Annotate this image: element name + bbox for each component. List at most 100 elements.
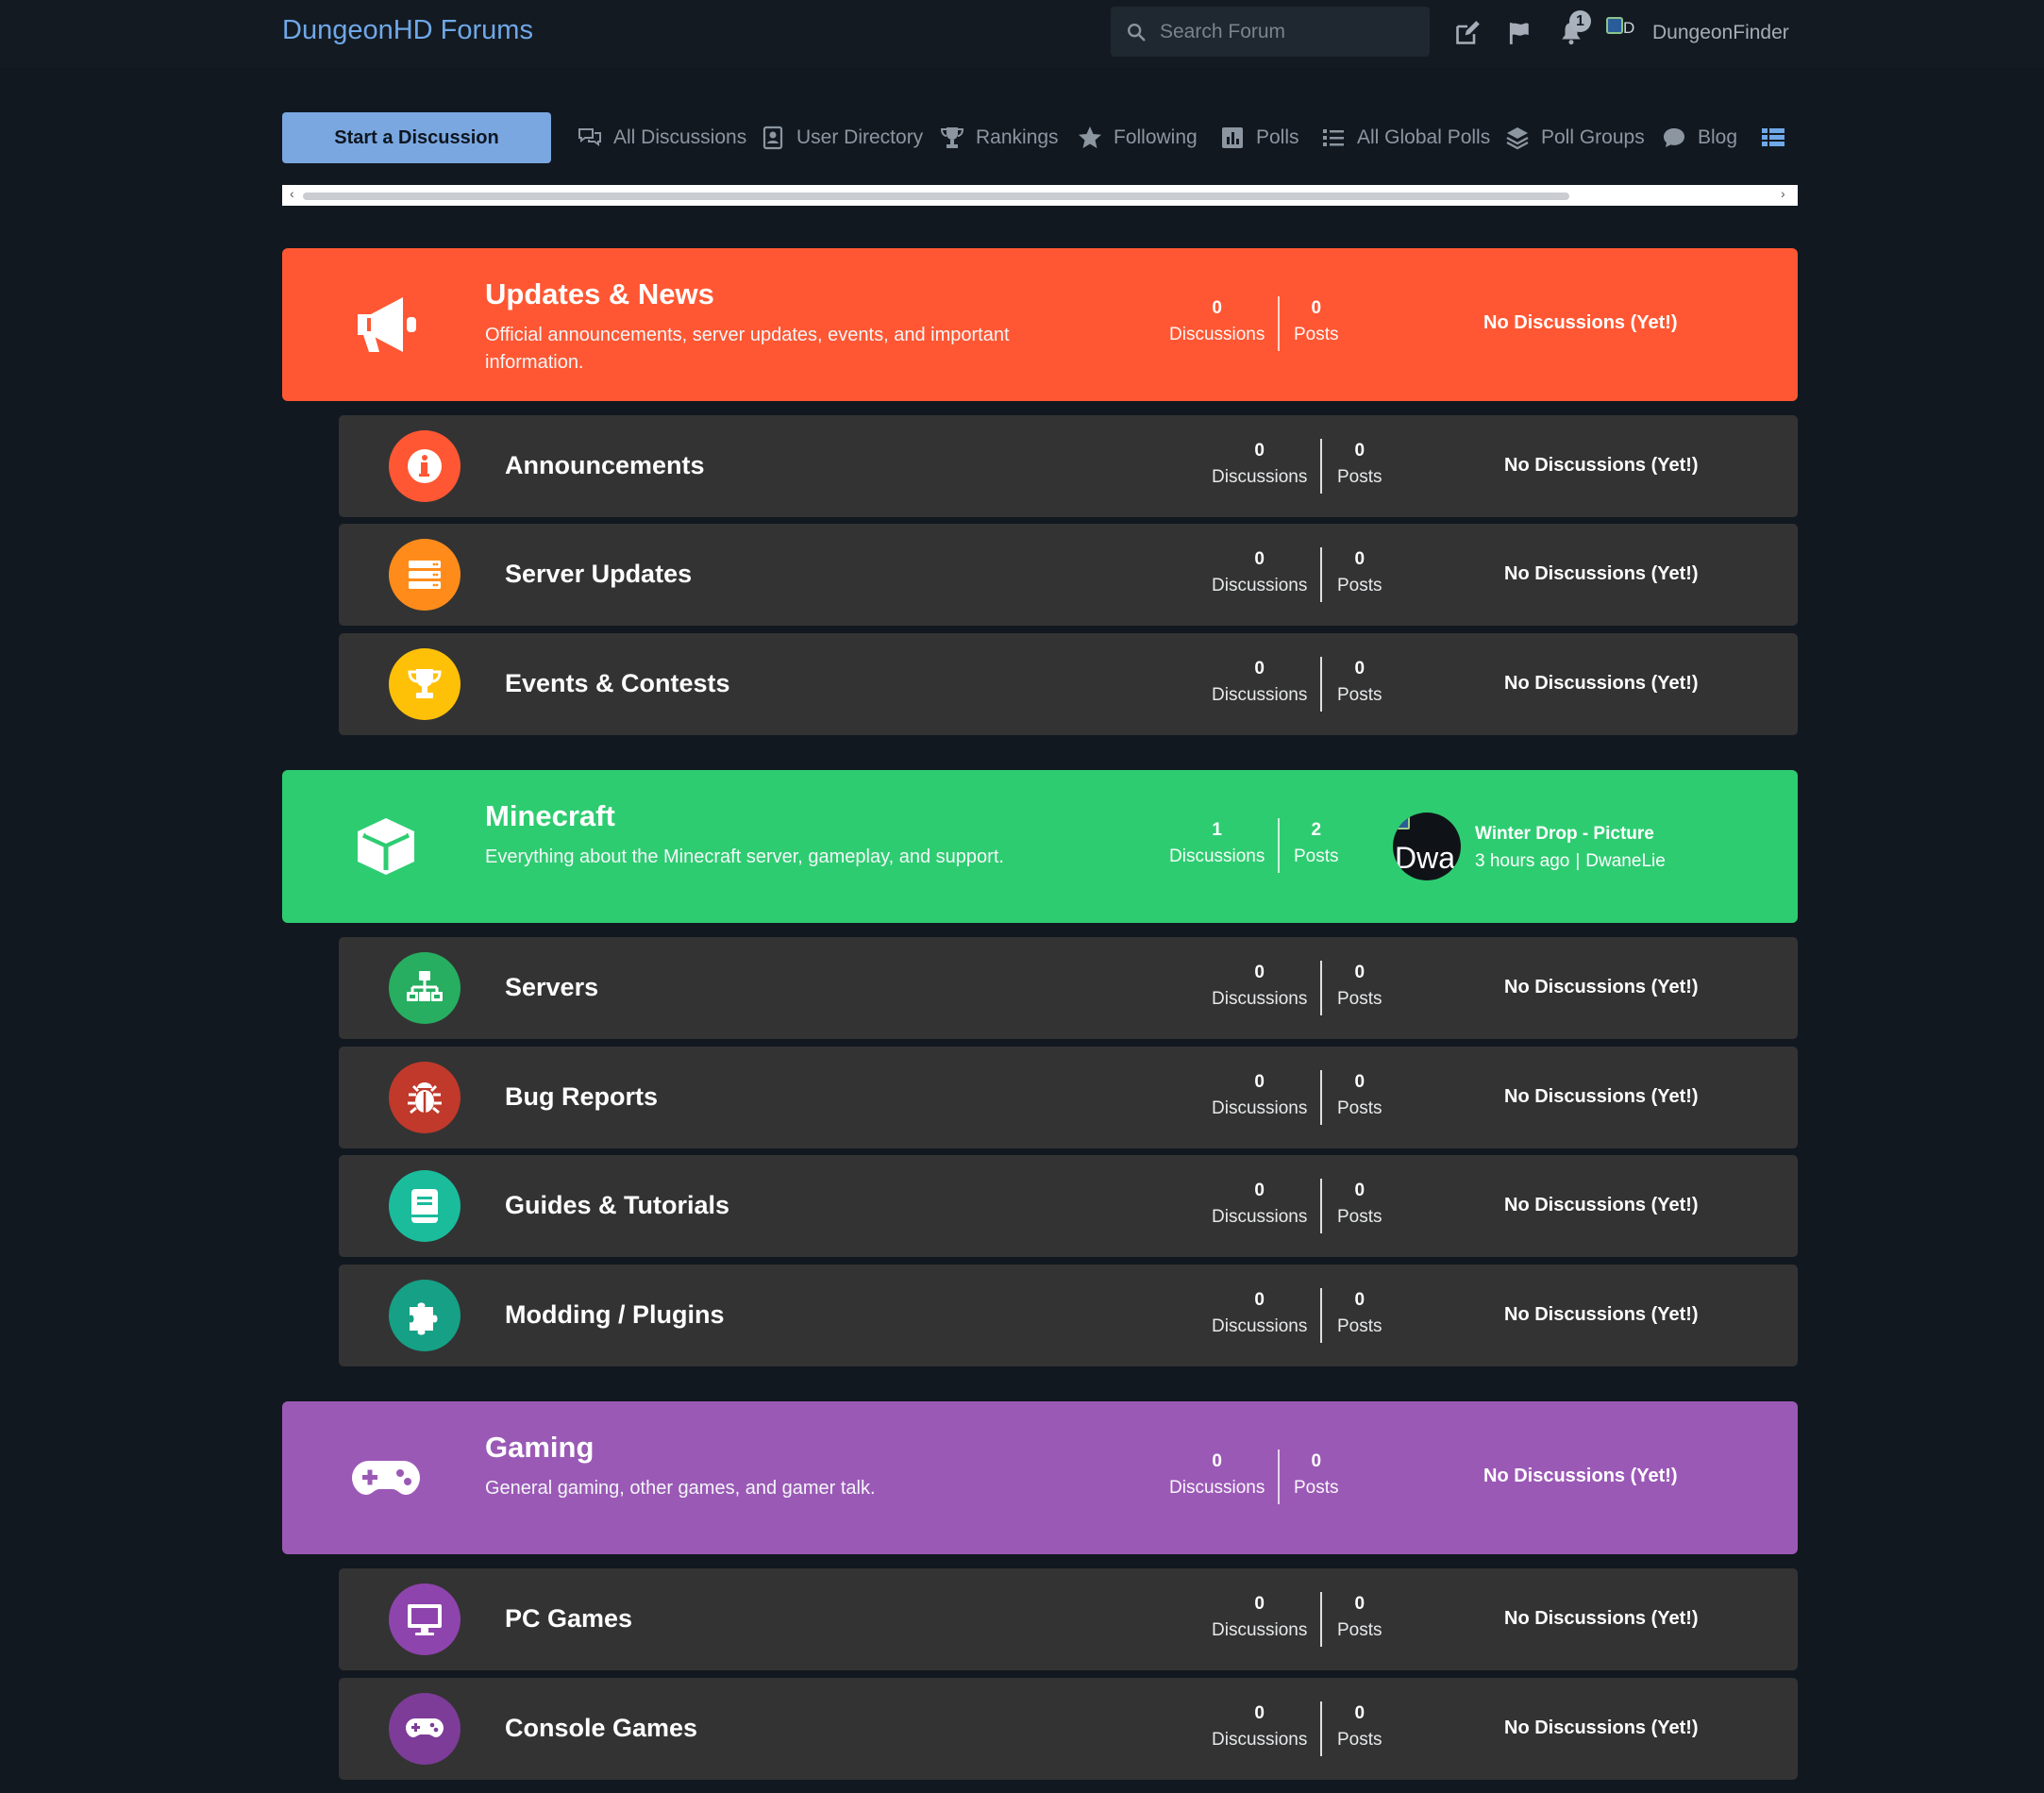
desktop-icon (389, 1584, 461, 1655)
scroll-thumb[interactable] (303, 193, 1569, 200)
avatar-alt-text: Dwa (1395, 841, 1456, 875)
puzzle-icon (389, 1280, 461, 1351)
subcategory-title[interactable]: Server Updates (505, 560, 692, 589)
posts-count: 0 (1354, 1181, 1365, 1200)
layers-icon (1506, 127, 1529, 150)
nav-label: Poll Groups (1541, 126, 1645, 148)
subcategory-announcements[interactable]: Announcements 0 Discussions 0 Posts No D… (339, 415, 1798, 517)
last-post-empty: No Discussions (Yet!) (1504, 455, 1699, 476)
discussions-stat: 0 Discussions (1212, 549, 1307, 596)
stat-divider (1278, 296, 1280, 351)
list-view-toggle[interactable] (1761, 124, 1797, 152)
notification-count-badge: 1 (1569, 10, 1591, 32)
search-icon (1128, 23, 1146, 42)
discussions-stat: 0 Discussions (1212, 1594, 1307, 1641)
gamepad-icon (389, 1693, 461, 1765)
posts-count: 0 (1354, 549, 1365, 569)
discussions-label: Discussions (1212, 1207, 1308, 1227)
nav-all-global-polls[interactable]: All Global Polls (1321, 124, 1490, 152)
discussions-count: 0 (1212, 1451, 1222, 1471)
category-minecraft[interactable]: Minecraft Everything about the Minecraft… (282, 770, 1798, 923)
subcategory-server-updates[interactable]: Server Updates 0 Discussions 0 Posts No … (339, 524, 1798, 626)
discussions-label: Discussions (1169, 325, 1265, 344)
category-title[interactable]: Minecraft (485, 799, 615, 833)
last-post-author[interactable]: DwaneLie (1585, 851, 1666, 871)
posts-stat: 0 Posts (1337, 1290, 1382, 1337)
last-post-empty: No Discussions (Yet!) (1504, 673, 1699, 694)
posts-count: 0 (1354, 1703, 1365, 1723)
subcategory-pc-games[interactable]: PC Games 0 Discussions 0 Posts No Discus… (339, 1568, 1798, 1670)
stat-divider (1320, 1288, 1322, 1343)
nav-horizontal-scrollbar[interactable]: ‹ › (282, 185, 1798, 206)
stat-divider (1278, 818, 1280, 873)
stat-divider (1320, 1179, 1322, 1233)
subcategory-guides-tutorials[interactable]: Guides & Tutorials 0 Discussions 0 Posts… (339, 1155, 1798, 1257)
category-updates-news[interactable]: Updates & News Official announcements, s… (282, 248, 1798, 401)
list-view-icon (1762, 128, 1784, 146)
posts-label: Posts (1337, 467, 1382, 487)
discussions-count: 0 (1254, 659, 1265, 679)
posts-label: Posts (1294, 846, 1339, 866)
discussions-count: 0 (1254, 1181, 1265, 1200)
flag-icon[interactable] (1505, 19, 1533, 47)
nav-user-directory[interactable]: User Directory (761, 124, 923, 152)
nav-all-discussions[interactable]: All Discussions (578, 124, 746, 152)
last-post-empty: No Discussions (Yet!) (1504, 1195, 1699, 1215)
category-title[interactable]: Updates & News (485, 277, 714, 311)
stat-divider (1320, 1592, 1322, 1647)
nav-rankings[interactable]: Rankings (940, 124, 1059, 152)
posts-label: Posts (1337, 1316, 1382, 1336)
discussions-count: 0 (1254, 1290, 1265, 1310)
last-post-time[interactable]: 3 hours ago (1475, 851, 1569, 871)
subcategory-servers[interactable]: Servers 0 Discussions 0 Posts No Discuss… (339, 937, 1798, 1039)
search-box[interactable] (1111, 7, 1430, 57)
subcategory-title[interactable]: Console Games (505, 1714, 697, 1743)
posts-count: 0 (1311, 298, 1322, 318)
subcategory-title[interactable]: Guides & Tutorials (505, 1191, 729, 1220)
last-post-empty: No Discussions (Yet!) (1483, 312, 1678, 333)
username-menu[interactable]: DungeonFinder (1652, 22, 1789, 44)
search-input[interactable] (1160, 20, 1415, 43)
last-post-meta: 3 hours ago | DwaneLie (1475, 851, 1666, 872)
subcategory-title[interactable]: Announcements (505, 451, 705, 480)
start-discussion-button[interactable]: Start a Discussion (282, 112, 551, 163)
subcategory-modding-plugins[interactable]: Modding / Plugins 0 Discussions 0 Posts … (339, 1265, 1798, 1366)
category-title[interactable]: Gaming (485, 1431, 594, 1465)
stat-divider (1320, 1070, 1322, 1125)
subcategory-events-contests[interactable]: Events & Contests 0 Discussions 0 Posts … (339, 633, 1798, 735)
subcategory-title[interactable]: Events & Contests (505, 669, 730, 698)
address-book-icon (762, 126, 783, 150)
subcategory-bug-reports[interactable]: Bug Reports 0 Discussions 0 Posts No Dis… (339, 1047, 1798, 1148)
compose-icon[interactable] (1453, 19, 1482, 47)
nav-blog[interactable]: Blog (1662, 124, 1737, 152)
poll-icon (1222, 127, 1243, 148)
nav-following[interactable]: Following (1078, 124, 1198, 152)
last-post-title-link[interactable]: Winter Drop - Picture (1475, 824, 1654, 845)
user-avatar[interactable]: D (1606, 17, 1640, 45)
scroll-right-icon[interactable]: › (1781, 186, 1785, 201)
nav-poll-groups[interactable]: Poll Groups (1505, 124, 1645, 152)
subcategory-title[interactable]: Servers (505, 973, 598, 1002)
discussions-label: Discussions (1169, 846, 1265, 866)
discussions-count: 0 (1254, 1703, 1265, 1723)
category-gaming[interactable]: Gaming General gaming, other games, and … (282, 1401, 1798, 1554)
nav-label: All Global Polls (1357, 126, 1491, 148)
discussions-count: 0 (1254, 1072, 1265, 1092)
bug-icon (389, 1062, 461, 1133)
nav-label: All Discussions (613, 126, 747, 148)
subcategory-title[interactable]: Bug Reports (505, 1082, 658, 1112)
subcategory-title[interactable]: Modding / Plugins (505, 1300, 724, 1330)
category-description: Official announcements, server updates, … (485, 325, 1010, 373)
forum-brand-link[interactable]: DungeonHD Forums (282, 15, 533, 46)
nav-polls[interactable]: Polls (1220, 124, 1299, 152)
subcategory-title[interactable]: PC Games (505, 1604, 632, 1634)
last-post-empty: No Discussions (Yet!) (1504, 977, 1699, 997)
scroll-left-icon[interactable]: ‹ (290, 186, 294, 201)
broken-image-icon (1606, 17, 1623, 34)
discussions-count: 0 (1212, 298, 1222, 318)
discussions-stat: 0 Discussions (1169, 298, 1265, 345)
comment-icon (1664, 128, 1684, 147)
posts-label: Posts (1337, 1620, 1382, 1640)
subcategory-console-games[interactable]: Console Games 0 Discussions 0 Posts No D… (339, 1678, 1798, 1780)
last-poster-avatar[interactable]: Dwa (1393, 813, 1461, 880)
